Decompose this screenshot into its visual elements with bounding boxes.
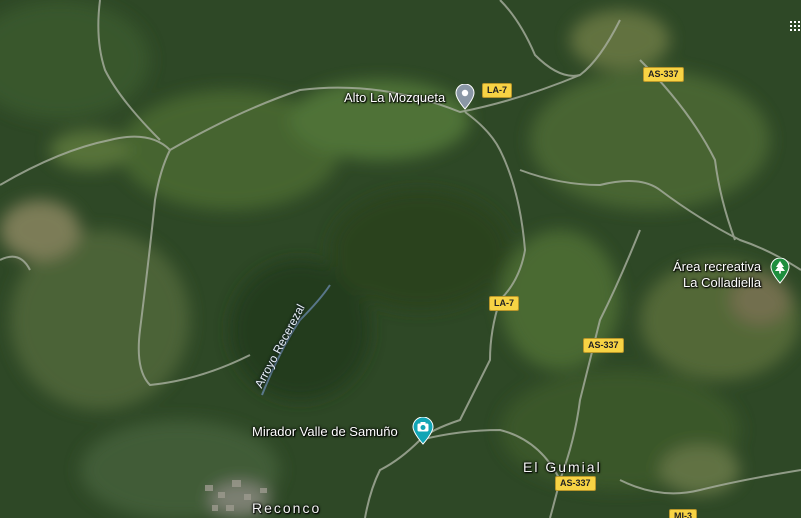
place-label-mirador[interactable]: Mirador Valle de Samuño xyxy=(252,424,398,439)
road-shield-la7-mid: LA-7 xyxy=(489,296,519,311)
camera-pin-icon[interactable] xyxy=(412,416,434,450)
place-label-area-line2[interactable]: La Colladiella xyxy=(683,275,761,290)
road-shield-as337-bottom: AS-337 xyxy=(555,476,596,491)
place-label-area-line1[interactable]: Área recreativa xyxy=(673,259,761,274)
road-shield-as337-mid: AS-337 xyxy=(583,338,624,353)
town-label-reconco[interactable]: Reconco xyxy=(252,500,321,516)
road-shield-la7-top: LA-7 xyxy=(482,83,512,98)
satellite-map[interactable]: Alto La Mozqueta Mirador Valle de Samuño… xyxy=(0,0,801,518)
place-pin-icon[interactable] xyxy=(455,83,475,115)
place-label-alto[interactable]: Alto La Mozqueta xyxy=(344,90,445,105)
grid-menu-icon[interactable] xyxy=(789,20,801,34)
tree-pin-icon[interactable] xyxy=(770,257,790,289)
town-label-gumial[interactable]: El Gumial xyxy=(523,459,602,475)
road-shield-as337-top: AS-337 xyxy=(643,67,684,82)
road-shield-mi3: MI-3 xyxy=(669,509,697,518)
